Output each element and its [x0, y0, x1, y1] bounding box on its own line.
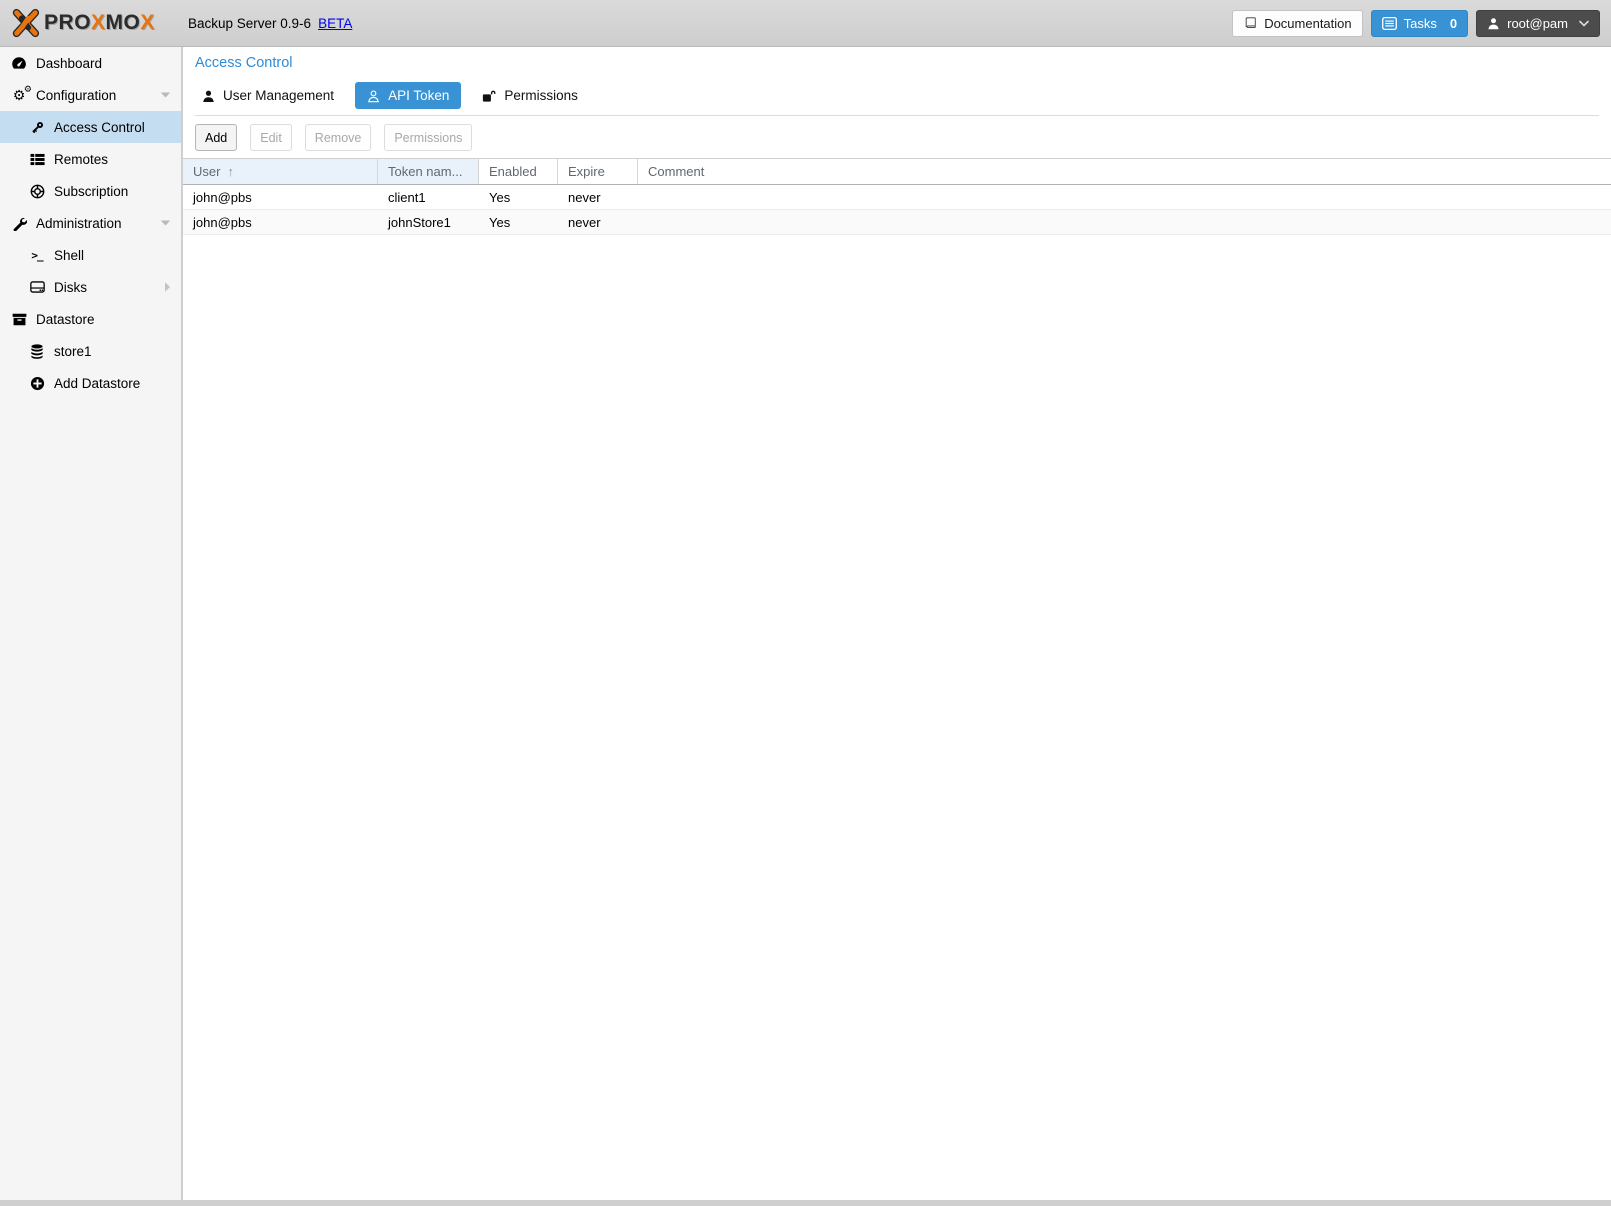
tab-permissions[interactable]: Permissions — [475, 82, 585, 109]
main-panel: Access Control User Management API Token — [183, 47, 1611, 1200]
sidebar-item-access-control[interactable]: Access Control — [0, 111, 181, 143]
proxmox-backup-server-app: PROXMOX Backup Server 0.9-6 BETA Documen… — [0, 0, 1611, 1206]
sidebar-item-configuration[interactable]: ⚙⚙ Configuration — [0, 79, 181, 111]
proxmox-logo-text: PROXMOX — [44, 11, 155, 35]
permissions-button: Permissions — [384, 124, 472, 151]
sidebar-item-label: Shell — [54, 248, 84, 263]
archive-box-icon — [10, 313, 28, 326]
top-bar: PROXMOX Backup Server 0.9-6 BETA Documen… — [0, 0, 1611, 47]
sidebar-item-datastore[interactable]: Datastore — [0, 303, 181, 335]
sort-ascending-icon: ↑ — [227, 164, 234, 179]
user-menu-button[interactable]: root@pam — [1476, 10, 1600, 37]
gauge-icon — [10, 56, 28, 70]
table-row[interactable]: john@pbs johnStore1 Yes never — [183, 210, 1611, 235]
sidebar-item-label: Administration — [36, 216, 122, 231]
cell-token-name: client1 — [378, 190, 479, 205]
terminal-icon: >_ — [28, 249, 46, 262]
grid-toolbar: Add Edit Remove Permissions — [195, 124, 1611, 151]
proxmox-logo: PROXMOX — [10, 8, 180, 38]
cell-enabled: Yes — [479, 190, 558, 205]
sidebar-item-remotes[interactable]: Remotes — [0, 143, 181, 175]
proxmox-logo-icon — [10, 8, 40, 38]
user-solid-icon — [202, 89, 215, 103]
column-header-enabled[interactable]: Enabled — [479, 159, 558, 184]
cell-expire: never — [558, 215, 638, 230]
tab-label: Permissions — [504, 88, 578, 103]
cell-expire: never — [558, 190, 638, 205]
tasks-count-badge: 0 — [1450, 16, 1457, 31]
cell-user: john@pbs — [183, 215, 378, 230]
column-header-user[interactable]: User ↑ — [183, 159, 378, 184]
gears-icon: ⚙⚙ — [10, 88, 28, 102]
page-title: Access Control — [195, 55, 1611, 71]
sidebar-item-subscription[interactable]: Subscription — [0, 175, 181, 207]
life-ring-icon — [28, 184, 46, 199]
tab-bar: User Management API Token Permissions — [195, 82, 1599, 116]
remove-button: Remove — [305, 124, 372, 151]
tab-label: API Token — [388, 88, 449, 103]
sidebar-item-label: Add Datastore — [54, 376, 140, 391]
user-icon — [1487, 17, 1500, 30]
column-header-expire[interactable]: Expire — [558, 159, 638, 184]
book-icon — [1243, 16, 1257, 30]
sidebar-item-disks[interactable]: Disks — [0, 271, 181, 303]
wrench-icon — [10, 216, 28, 231]
key-icon — [28, 120, 46, 135]
sidebar-item-label: Configuration — [36, 88, 116, 103]
table-header: User ↑ Token nam... Enabled Expire Comme… — [183, 159, 1611, 185]
sidebar-item-label: Remotes — [54, 152, 108, 167]
cell-user: john@pbs — [183, 190, 378, 205]
sidebar-item-label: Datastore — [36, 312, 95, 327]
tasks-button[interactable]: Tasks 0 — [1371, 10, 1468, 37]
table-row[interactable]: john@pbs client1 Yes never — [183, 185, 1611, 210]
sidebar-nav: Dashboard ⚙⚙ Configuration — [0, 47, 182, 1200]
column-header-token-name[interactable]: Token nam... — [378, 159, 479, 184]
cell-token-name: johnStore1 — [378, 215, 479, 230]
remotes-list-icon — [28, 153, 46, 166]
user-outline-icon — [367, 89, 380, 103]
tab-label: User Management — [223, 88, 334, 103]
api-token-table: User ↑ Token nam... Enabled Expire Comme… — [183, 158, 1611, 235]
documentation-label: Documentation — [1264, 16, 1351, 31]
column-header-comment[interactable]: Comment — [638, 159, 1611, 184]
hdd-icon — [28, 281, 46, 293]
top-bar-actions: Documentation Tasks 0 root@pam — [1232, 10, 1600, 37]
sidebar-item-label: Dashboard — [36, 56, 102, 71]
add-button[interactable]: Add — [195, 124, 237, 151]
sidebar-item-label: store1 — [54, 344, 92, 359]
edit-button: Edit — [250, 124, 292, 151]
sidebar-item-label: Disks — [54, 280, 87, 295]
plus-circle-icon — [28, 376, 46, 391]
sidebar-item-administration[interactable]: Administration — [0, 207, 181, 239]
task-list-icon — [1382, 17, 1397, 30]
tab-user-management[interactable]: User Management — [195, 82, 341, 109]
sidebar-item-label: Subscription — [54, 184, 128, 199]
product-title: Backup Server 0.9-6 — [188, 16, 311, 31]
cell-enabled: Yes — [479, 215, 558, 230]
tasks-label: Tasks — [1404, 16, 1437, 31]
sidebar-item-add-datastore[interactable]: Add Datastore — [0, 367, 181, 399]
chevron-down-icon — [1579, 20, 1589, 27]
chevron-down-icon[interactable] — [160, 220, 171, 227]
sidebar-item-dashboard[interactable]: Dashboard — [0, 47, 181, 79]
tab-api-token[interactable]: API Token — [355, 82, 461, 109]
database-icon — [28, 344, 46, 359]
sidebar-item-store1[interactable]: store1 — [0, 335, 181, 367]
chevron-right-icon[interactable] — [164, 282, 171, 293]
sidebar-item-shell[interactable]: >_ Shell — [0, 239, 181, 271]
user-menu-label: root@pam — [1507, 16, 1568, 31]
sidebar-item-label: Access Control — [54, 120, 145, 135]
unlock-icon — [482, 89, 496, 103]
chevron-down-icon[interactable] — [160, 92, 171, 99]
documentation-button[interactable]: Documentation — [1232, 10, 1362, 37]
beta-link[interactable]: BETA — [318, 16, 352, 31]
